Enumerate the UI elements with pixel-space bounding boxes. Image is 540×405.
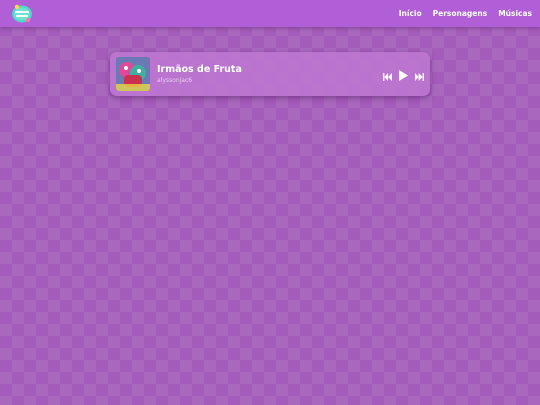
nav-link-musicas[interactable]: Músicas [498,9,532,18]
play-icon[interactable] [399,66,408,85]
skip-previous-icon[interactable] [383,66,392,85]
track-artist: alyssonjac6 [157,77,193,84]
nav-link-inicio[interactable]: Início [399,9,422,18]
main-nav: Início Personagens Músicas [399,0,532,27]
navbar: Início Personagens Músicas [0,0,540,27]
track-title: Irmãos de Fruta [157,64,242,75]
player-controls [383,66,424,85]
skip-next-icon[interactable] [415,66,424,85]
music-player-card: Irmãos de Fruta alyssonjac6 [110,52,430,96]
nav-link-personagens[interactable]: Personagens [433,9,488,18]
fruit-logo-icon[interactable] [11,4,33,24]
album-art [116,57,150,91]
